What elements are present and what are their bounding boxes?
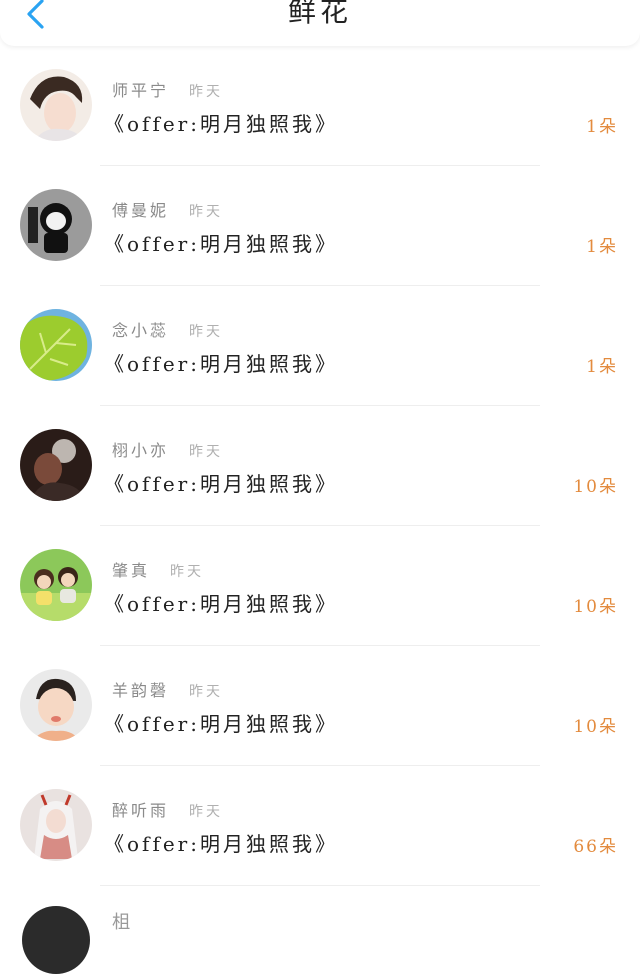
timestamp: 昨天 [189,324,224,340]
user-name: 羊韵磬 [112,681,170,700]
user-name: 肇真 [112,561,151,580]
flower-count: 10朵 [573,477,618,497]
book-title[interactable]: 《offer:明月独照我》 [104,828,338,857]
flower-count: 10朵 [573,717,618,737]
user-name: 念小蕊 [112,321,170,340]
book-title[interactable]: 《offer:明月独照我》 [104,228,338,257]
timestamp: 昨天 [170,564,205,580]
user-name: 栩小亦 [112,441,170,460]
timestamp: 昨天 [189,444,224,460]
flower-count: 1朵 [586,237,618,257]
user-name: 师平宁 [112,81,170,100]
timestamp: 昨天 [189,204,224,220]
list-item-partial[interactable]: 柤 [0,886,640,974]
flower-count: 1朵 [586,357,618,377]
list-item[interactable]: 傅曼妮 昨天 《offer:明月独照我》 1朵 [0,166,640,286]
book-title[interactable]: 《offer:明月独照我》 [104,708,338,737]
list-item[interactable]: 师平宁 昨天 《offer:明月独照我》 1朵 [0,46,640,166]
flower-count: 66朵 [573,837,618,857]
flower-list: 师平宁 昨天 《offer:明月独照我》 1朵 傅曼妮 昨天 《offer:明月… [0,46,640,886]
avatar[interactable] [20,669,92,741]
book-title[interactable]: 《offer:明月独照我》 [104,348,338,377]
book-title[interactable]: 《offer:明月独照我》 [104,588,338,617]
list-item[interactable]: 肇真 昨天 《offer:明月独照我》 10朵 [0,526,640,646]
avatar[interactable] [20,789,92,861]
book-title[interactable]: 《offer:明月独照我》 [104,108,338,137]
avatar[interactable] [20,549,92,621]
user-name: 柤 [112,912,130,933]
timestamp: 昨天 [189,804,224,820]
list-item[interactable]: 醉听雨 昨天 《offer:明月独照我》 66朵 [0,766,640,886]
list-item[interactable]: 栩小亦 昨天 《offer:明月独照我》 10朵 [0,406,640,526]
avatar[interactable] [20,189,92,261]
avatar[interactable] [22,906,90,974]
list-item[interactable]: 念小蕊 昨天 《offer:明月独照我》 1朵 [0,286,640,406]
list-item[interactable]: 羊韵磬 昨天 《offer:明月独照我》 10朵 [0,646,640,766]
timestamp: 昨天 [189,84,224,100]
avatar[interactable] [20,309,92,381]
user-name: 醉听雨 [112,801,170,820]
user-name: 傅曼妮 [112,201,170,220]
page-title: 鲜花 [287,0,352,28]
avatar[interactable] [20,69,92,141]
avatar[interactable] [20,429,92,501]
timestamp: 昨天 [189,684,224,700]
flower-count: 1朵 [586,117,618,137]
flower-count: 10朵 [573,597,618,617]
top-bar: 鲜花 [0,0,640,46]
book-title[interactable]: 《offer:明月独照我》 [104,468,338,497]
